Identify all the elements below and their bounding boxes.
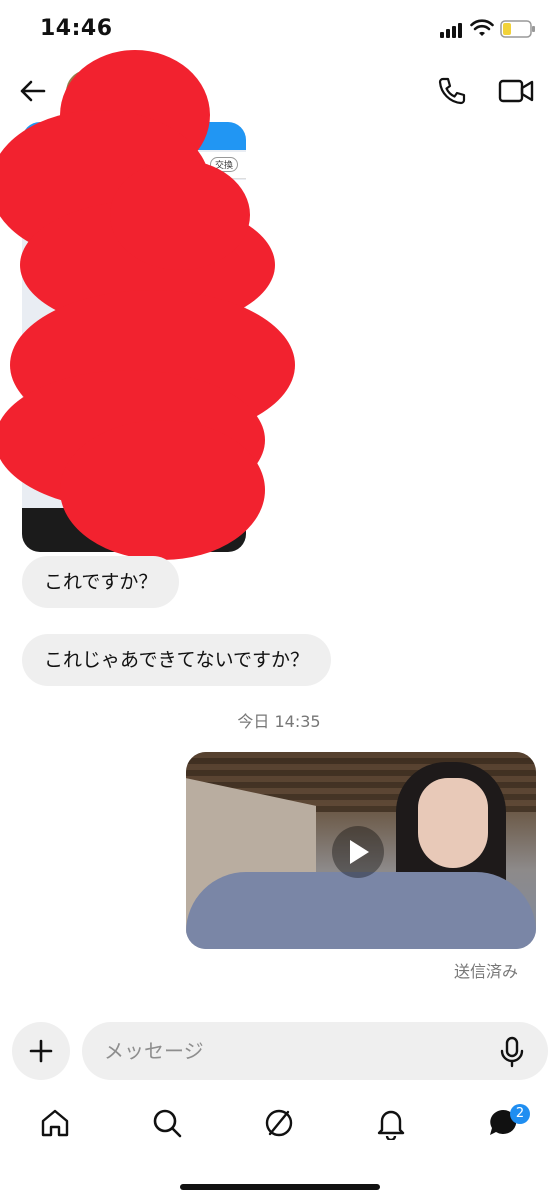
cellular-signal-icon bbox=[440, 22, 466, 38]
message-text: これですか？ bbox=[44, 571, 158, 593]
arrow-left-icon bbox=[20, 80, 46, 102]
chat-screen: 14:46 交換 県 bbox=[0, 0, 558, 1200]
received-message-bubble[interactable]: これじゃあできてないですか？ bbox=[22, 634, 332, 686]
back-button[interactable] bbox=[16, 74, 50, 108]
messages-badge: 2 bbox=[510, 1104, 530, 1124]
play-button[interactable] bbox=[332, 826, 384, 878]
message-text: これじゃあできてないですか？ bbox=[44, 649, 310, 671]
play-icon bbox=[350, 840, 369, 864]
status-time: 14:46 bbox=[40, 16, 113, 41]
sent-status: 送信済み bbox=[453, 962, 518, 981]
plus-icon bbox=[29, 1039, 53, 1063]
received-message-bubble[interactable]: これですか？ bbox=[22, 556, 180, 608]
home-indicator bbox=[180, 1184, 380, 1190]
microphone-icon bbox=[500, 1036, 524, 1068]
voice-call-button[interactable] bbox=[434, 74, 468, 108]
wifi-icon bbox=[470, 19, 494, 36]
add-attachment-button[interactable] bbox=[12, 1022, 70, 1080]
phone-icon bbox=[438, 77, 466, 105]
video-call-button[interactable] bbox=[496, 74, 536, 108]
compass-icon[interactable] bbox=[262, 1106, 296, 1140]
home-icon[interactable] bbox=[38, 1106, 72, 1140]
sent-video-message[interactable] bbox=[186, 752, 536, 949]
bell-icon[interactable] bbox=[374, 1106, 408, 1140]
search-icon[interactable] bbox=[150, 1106, 184, 1140]
battery-icon bbox=[500, 20, 535, 38]
video-camera-icon bbox=[498, 79, 534, 103]
message-timestamp: 今日 14:35 bbox=[237, 712, 321, 731]
message-input[interactable] bbox=[82, 1022, 548, 1080]
voice-message-button[interactable] bbox=[498, 1036, 526, 1068]
